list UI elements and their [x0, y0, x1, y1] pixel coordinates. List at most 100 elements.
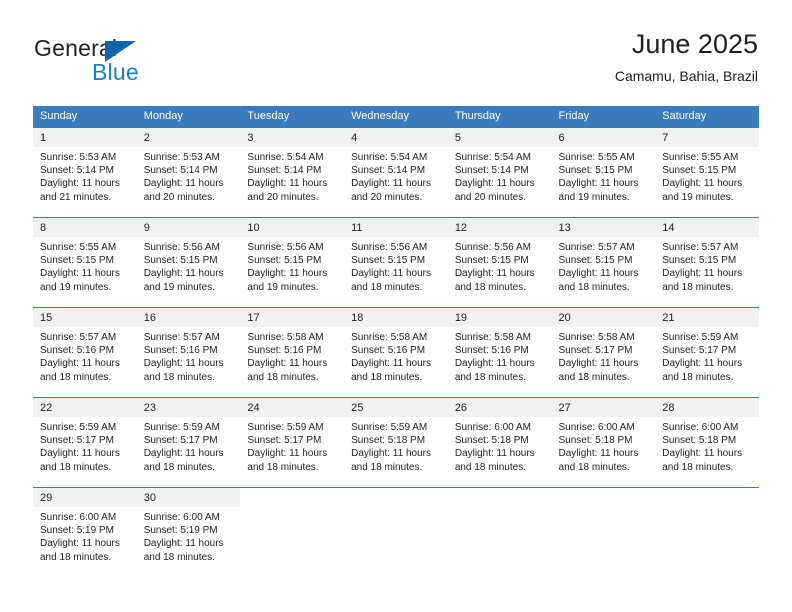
daylight-text-line2: and 18 minutes.	[143, 371, 215, 383]
title-block: June 2025 Camamu, Bahia, Brazil	[615, 28, 758, 85]
daylight-text-line1: Daylight: 11 hours	[558, 178, 639, 190]
daylight-text-line1: Daylight: 11 hours	[143, 178, 224, 190]
daylight-text-line1: Daylight: 11 hours	[247, 268, 328, 280]
day-details: Sunrise: 5:57 AM Sunset: 5:16 PM Daylight:…	[33, 327, 137, 384]
calendar-day-cell[interactable]: 7 Sunrise: 5:55 AM Sunset: 5:15 PM Daylight…	[655, 127, 759, 218]
weekday-header-sunday: Sunday	[33, 106, 137, 128]
day-number: 16	[136, 308, 241, 327]
calendar-day-cell[interactable]: 18 Sunrise: 5:58 AM Sunset: 5:16 PM Dayligh…	[344, 307, 448, 398]
calendar-day-cell[interactable]: 17 Sunrise: 5:58 AM Sunset: 5:16 PM Dayligh…	[240, 307, 345, 398]
daylight-text-line1: Daylight: 11 hours	[351, 178, 431, 190]
calendar-day-cell[interactable]: 6 Sunrise: 5:55 AM Sunset: 5:15 PM Daylight…	[551, 127, 656, 218]
day-number: 23	[136, 398, 241, 417]
calendar-day-cell[interactable]: 13 Sunrise: 5:57 AM Sunset: 5:15 PM Dayligh…	[551, 217, 656, 308]
page-subtitle: Camamu, Bahia, Brazil	[614, 68, 758, 84]
weekday-header-saturday: Saturday	[655, 106, 759, 128]
daylight-text-line2: and 20 minutes.	[247, 191, 319, 203]
sunset-text: Sunset: 5:18 PM	[351, 435, 426, 447]
sunset-text: Sunset: 5:18 PM	[662, 435, 737, 447]
sunrise-text: Sunrise: 5:56 AM	[351, 242, 428, 253]
calendar-day-cell-empty	[551, 487, 656, 577]
day-details: Sunrise: 5:55 AM Sunset: 5:15 PM Daylight:…	[655, 147, 759, 204]
sunset-text: Sunset: 5:17 PM	[662, 345, 737, 357]
calendar-day-cell[interactable]: 29 Sunrise: 6:00 AM Sunset: 5:19 PM Dayligh…	[33, 487, 137, 577]
daylight-text-line1: Daylight: 11 hours	[558, 358, 639, 370]
calendar-day-cell[interactable]: 22 Sunrise: 5:59 AM Sunset: 5:17 PM Dayligh…	[33, 397, 137, 488]
day-details: Sunrise: 5:55 AM Sunset: 5:15 PM Daylight:…	[33, 237, 137, 294]
sunrise-text: Sunrise: 5:57 AM	[40, 332, 117, 343]
calendar-week-row: 1 Sunrise: 5:53 AM Sunset: 5:14 PM Daylight…	[33, 127, 759, 218]
sunrise-text: Sunrise: 5:57 AM	[558, 242, 635, 253]
sunrise-text: Sunrise: 5:59 AM	[40, 422, 117, 433]
sunset-text: Sunset: 5:18 PM	[454, 435, 529, 447]
sunset-text: Sunset: 5:16 PM	[454, 345, 529, 357]
calendar-week-row: 22 Sunrise: 5:59 AM Sunset: 5:17 PM Dayligh…	[33, 397, 759, 488]
sunset-text: Sunset: 5:17 PM	[143, 435, 218, 447]
day-number: 20	[551, 308, 656, 327]
calendar-week-row: 15 Sunrise: 5:57 AM Sunset: 5:16 PM Dayligh…	[33, 307, 759, 398]
calendar-day-cell[interactable]: 24 Sunrise: 5:59 AM Sunset: 5:17 PM Dayligh…	[240, 397, 345, 488]
calendar-day-cell[interactable]: 16 Sunrise: 5:57 AM Sunset: 5:16 PM Dayligh…	[136, 307, 241, 398]
day-number: 24	[240, 398, 345, 417]
calendar-day-cell[interactable]: 21 Sunrise: 5:59 AM Sunset: 5:17 PM Dayligh…	[655, 307, 759, 398]
calendar-day-cell[interactable]: 20 Sunrise: 5:58 AM Sunset: 5:17 PM Dayligh…	[551, 307, 656, 398]
calendar-day-cell[interactable]: 27 Sunrise: 6:00 AM Sunset: 5:18 PM Dayligh…	[551, 397, 656, 488]
weekday-header-tuesday: Tuesday	[240, 106, 345, 128]
daylight-text-line1: Daylight: 11 hours	[143, 268, 224, 280]
daylight-text-line2: and 18 minutes.	[558, 281, 630, 293]
daylight-text-line1: Daylight: 11 hours	[40, 538, 120, 550]
daylight-text-line2: and 18 minutes.	[143, 551, 215, 563]
daylight-text-line2: and 18 minutes.	[454, 461, 526, 473]
day-number: 14	[655, 218, 759, 237]
sunrise-text: Sunrise: 6:00 AM	[558, 422, 635, 433]
day-number: 6	[551, 128, 656, 147]
calendar-day-cell[interactable]: 28 Sunrise: 6:00 AM Sunset: 5:18 PM Dayligh…	[655, 397, 759, 488]
calendar-day-cell[interactable]: 19 Sunrise: 5:58 AM Sunset: 5:16 PM Dayligh…	[447, 307, 552, 398]
calendar-day-cell[interactable]: 30 Sunrise: 6:00 AM Sunset: 5:19 PM Dayligh…	[136, 487, 241, 577]
sunrise-text: Sunrise: 5:53 AM	[40, 152, 117, 163]
daylight-text-line1: Daylight: 11 hours	[351, 448, 431, 460]
calendar-day-cell[interactable]: 1 Sunrise: 5:53 AM Sunset: 5:14 PM Daylight…	[33, 127, 137, 218]
daylight-text-line1: Daylight: 11 hours	[662, 268, 743, 280]
sunrise-text: Sunrise: 6:00 AM	[143, 512, 220, 523]
day-number: 7	[655, 128, 759, 147]
calendar-day-cell[interactable]: 3 Sunrise: 5:54 AM Sunset: 5:14 PM Daylight…	[240, 127, 345, 218]
day-number: 2	[136, 128, 241, 147]
weekday-header-wednesday: Wednesday	[344, 106, 448, 128]
brand-logo[interactable]: General Blue	[34, 36, 234, 92]
daylight-text-line1: Daylight: 11 hours	[143, 448, 224, 460]
sunrise-text: Sunrise: 5:59 AM	[351, 422, 428, 433]
daylight-text-line1: Daylight: 11 hours	[247, 448, 328, 460]
day-number: 25	[344, 398, 448, 417]
calendar-day-cell[interactable]: 9 Sunrise: 5:56 AM Sunset: 5:15 PM Daylight…	[136, 217, 241, 308]
sunrise-text: Sunrise: 5:58 AM	[558, 332, 635, 343]
daylight-text-line1: Daylight: 11 hours	[40, 268, 120, 280]
daylight-text-line1: Daylight: 11 hours	[454, 448, 535, 460]
sunset-text: Sunset: 5:17 PM	[40, 435, 114, 447]
calendar-day-cell[interactable]: 14 Sunrise: 5:57 AM Sunset: 5:15 PM Dayligh…	[655, 217, 759, 308]
sunset-text: Sunset: 5:15 PM	[40, 255, 114, 267]
sunset-text: Sunset: 5:14 PM	[40, 165, 114, 177]
sunrise-text: Sunrise: 5:58 AM	[454, 332, 531, 343]
day-details: Sunrise: 5:54 AM Sunset: 5:14 PM Daylight:…	[344, 147, 448, 204]
daylight-text-line1: Daylight: 11 hours	[662, 178, 743, 190]
calendar-day-cell[interactable]: 26 Sunrise: 6:00 AM Sunset: 5:18 PM Dayligh…	[447, 397, 552, 488]
calendar-day-cell[interactable]: 4 Sunrise: 5:54 AM Sunset: 5:14 PM Daylight…	[344, 127, 448, 218]
calendar-day-cell[interactable]: 25 Sunrise: 5:59 AM Sunset: 5:18 PM Dayligh…	[344, 397, 448, 488]
calendar-day-cell[interactable]: 2 Sunrise: 5:53 AM Sunset: 5:14 PM Daylight…	[136, 127, 241, 218]
daylight-text-line1: Daylight: 11 hours	[558, 268, 639, 280]
daylight-text-line2: and 18 minutes.	[247, 371, 319, 383]
calendar-day-cell[interactable]: 11 Sunrise: 5:56 AM Sunset: 5:15 PM Dayligh…	[344, 217, 448, 308]
weekday-header-friday: Friday	[551, 106, 656, 128]
calendar-day-cell[interactable]: 5 Sunrise: 5:54 AM Sunset: 5:14 PM Daylight…	[447, 127, 552, 218]
sunset-text: Sunset: 5:14 PM	[247, 165, 322, 177]
daylight-text-line1: Daylight: 11 hours	[454, 358, 535, 370]
calendar-day-cell[interactable]: 23 Sunrise: 5:59 AM Sunset: 5:17 PM Dayligh…	[136, 397, 241, 488]
calendar-day-cell[interactable]: 10 Sunrise: 5:56 AM Sunset: 5:15 PM Dayligh…	[240, 217, 345, 308]
calendar-day-cell[interactable]: 12 Sunrise: 5:56 AM Sunset: 5:15 PM Dayligh…	[447, 217, 552, 308]
daylight-text-line1: Daylight: 11 hours	[662, 448, 743, 460]
calendar-day-cell[interactable]: 8 Sunrise: 5:55 AM Sunset: 5:15 PM Daylight…	[33, 217, 137, 308]
calendar-header: Sunday Monday Tuesday Wednesday Thursday…	[33, 106, 759, 128]
calendar-day-cell[interactable]: 15 Sunrise: 5:57 AM Sunset: 5:16 PM Dayligh…	[33, 307, 137, 398]
calendar-page: General Blue June 2025 Camamu, Bahia, Br…	[0, 0, 792, 612]
